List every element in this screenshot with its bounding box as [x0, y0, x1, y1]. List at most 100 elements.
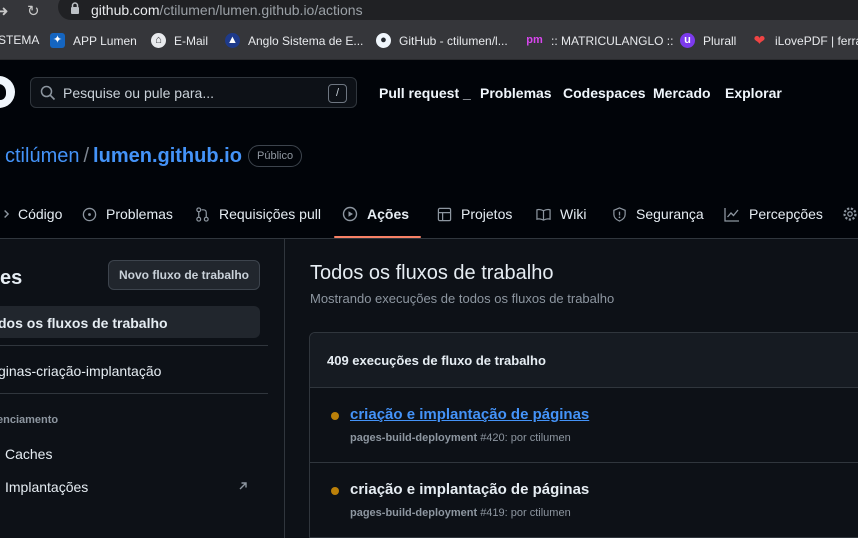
bookmark-label: STEMA [0, 33, 40, 47]
page-subtitle: Mostrando execuções de todos os fluxos d… [310, 291, 615, 306]
search-shortcut-hint: / [328, 84, 347, 103]
back-arrow-icon[interactable]: ➜ [0, 2, 9, 20]
run-title-link[interactable]: criação e implantação de páginas [350, 406, 589, 423]
github-icon: ● [376, 33, 391, 48]
github-logo-icon[interactable] [0, 76, 15, 108]
anglo-icon: ▲ [225, 33, 240, 48]
arrow-up-right-icon[interactable] [237, 480, 249, 492]
book-icon [536, 208, 551, 221]
workflow-run-row[interactable]: criação e implantação de páginas pages-b… [310, 388, 858, 463]
sidebar-divider [0, 345, 268, 346]
bookmark-label: GitHub - ctilumen/l... [399, 33, 508, 48]
plurall-icon: u [680, 33, 695, 48]
bookmark-app-lumen[interactable]: ✦ APP Lumen [50, 33, 137, 48]
tab-label: Requisições pull [219, 206, 321, 222]
run-meta: pages-build-deployment #419: por ctilume… [350, 507, 571, 519]
github-header: Pesquise ou pule para... / Pull request … [0, 60, 858, 124]
search-input[interactable]: Pesquise ou pule para... / [30, 77, 357, 108]
tab-security[interactable]: Segurança [612, 206, 704, 222]
sidebar-item-pages-deployment[interactable]: ginas-criação-implantação [0, 363, 161, 379]
bookmark-ilovepdf[interactable]: ❤ iLovePDF | ferra [752, 33, 858, 48]
bookmarks-bar: STEMA ✦ APP Lumen ⌂ E-Mail ▲ Anglo Sistema … [0, 22, 858, 60]
run-workflow-name: pages-build-deployment [350, 507, 478, 519]
search-icon [40, 85, 56, 101]
bookmark-label: APP Lumen [73, 33, 137, 48]
nav-marketplace[interactable]: Mercado [653, 85, 711, 101]
run-workflow-name: pages-build-deployment [350, 432, 478, 444]
run-meta-detail: #420: por ctilumen [480, 432, 571, 444]
bookmark-label: Anglo Sistema de E... [248, 33, 364, 48]
nav-issues[interactable]: Problemas [480, 85, 552, 101]
repo-title: ctilúmen / lumen.github.io [5, 145, 242, 168]
nav-explore[interactable]: Explorar [725, 85, 782, 101]
bookmark-stema[interactable]: STEMA [0, 33, 39, 47]
graph-icon [724, 207, 739, 222]
run-meta-detail: #419: por ctilumen [480, 507, 571, 519]
run-title-link[interactable]: criação e implantação de páginas [350, 481, 589, 498]
run-meta: pages-build-deployment #420: por ctilume… [350, 432, 571, 444]
status-pending-icon [331, 412, 339, 420]
shield-icon [613, 206, 626, 222]
lock-icon[interactable] [70, 2, 80, 15]
sidebar-item-all-workflows[interactable]: dos os fluxos de trabalho [0, 315, 168, 331]
bookmark-label: E-Mail [174, 33, 209, 48]
tab-insights[interactable]: Percepções [724, 206, 823, 222]
new-workflow-button[interactable]: Novo fluxo de trabalho [108, 260, 260, 290]
sidebar-divider [0, 393, 268, 394]
sidebar-item-deployments[interactable]: Implantações [5, 479, 88, 495]
workflow-run-row[interactable]: criação e implantação de páginas pages-b… [310, 463, 858, 538]
bookmark-label: Plurall [703, 33, 737, 48]
bookmark-email[interactable]: ⌂ E-Mail [151, 33, 208, 48]
runs-header: 409 execuções de fluxo de trabalho [310, 333, 858, 388]
runs-count: 409 execuções de fluxo de trabalho [327, 353, 546, 368]
browser-address-bar: ➜ ↻ github.com/ctilumen/lumen.github.io/… [0, 0, 858, 22]
repo-separator: / [83, 145, 90, 167]
tab-pull-requests[interactable]: Requisições pull [195, 206, 321, 222]
active-tab-indicator [334, 236, 421, 238]
gear-icon [843, 207, 857, 221]
nav-pull-requests[interactable]: Pull request _ [379, 85, 471, 101]
tab-code[interactable]: Código [0, 206, 62, 222]
star-app-icon: ✦ [50, 33, 65, 48]
tab-projects[interactable]: Projetos [437, 206, 512, 222]
code-icon [4, 210, 9, 218]
home-mail-icon: ⌂ [151, 33, 166, 48]
tab-settings[interactable] [842, 206, 858, 222]
nav-codespaces[interactable]: Codespaces [563, 85, 645, 101]
visibility-badge: Público [248, 145, 303, 167]
tab-label: Projetos [461, 206, 513, 222]
sidebar-item-caches[interactable]: Caches [5, 446, 52, 462]
bookmark-matriculanglo[interactable]: pm:: MATRICULANGLO :: [526, 33, 673, 48]
sidebar-title: es [0, 267, 23, 289]
tab-wiki[interactable]: Wiki [536, 206, 586, 222]
issue-opened-icon [82, 207, 97, 221]
tab-label: Problemas [106, 206, 173, 222]
tab-label: Wiki [560, 206, 587, 222]
git-pull-request-icon [196, 206, 209, 222]
repo-owner-link[interactable]: ctilúmen [5, 145, 79, 167]
reload-icon[interactable]: ↻ [27, 2, 40, 20]
repo-header: ctilúmen / lumen.github.io Público Código … [0, 124, 858, 239]
table-icon [437, 207, 452, 221]
bookmark-github[interactable]: ● GitHub - ctilumen/l... [376, 33, 508, 48]
url-path: /ctilumen/lumen.github.io/actions [159, 2, 363, 18]
actions-sidebar: es Novo fluxo de trabalho dos os fluxos … [0, 239, 285, 538]
bookmark-plurall[interactable]: u Plurall [680, 33, 736, 48]
page-title: Todos os fluxos de trabalho [310, 262, 554, 284]
sidebar-management-heading: enciamento [0, 414, 59, 426]
bookmark-label: iLovePDF | ferra [775, 33, 858, 48]
pm-icon: pm [526, 34, 543, 46]
tab-actions[interactable]: Ações [342, 206, 409, 222]
heart-icon: ❤ [753, 32, 766, 48]
bookmark-anglo[interactable]: ▲ Anglo Sistema de E... [225, 33, 363, 48]
repo-name-link[interactable]: lumen.github.io [93, 145, 242, 167]
tab-label: Código [18, 206, 63, 222]
tab-label: Segurança [636, 206, 704, 222]
play-icon [342, 206, 358, 222]
tab-issues[interactable]: Problemas [82, 206, 173, 222]
tab-label: Percepções [749, 206, 823, 222]
bookmark-label: :: MATRICULANGLO :: [551, 33, 674, 48]
search-placeholder: Pesquise ou pule para... [63, 85, 214, 101]
url-host: github.com [91, 2, 160, 18]
url-text[interactable]: github.com/ctilumen/lumen.github.io/acti… [91, 2, 363, 18]
